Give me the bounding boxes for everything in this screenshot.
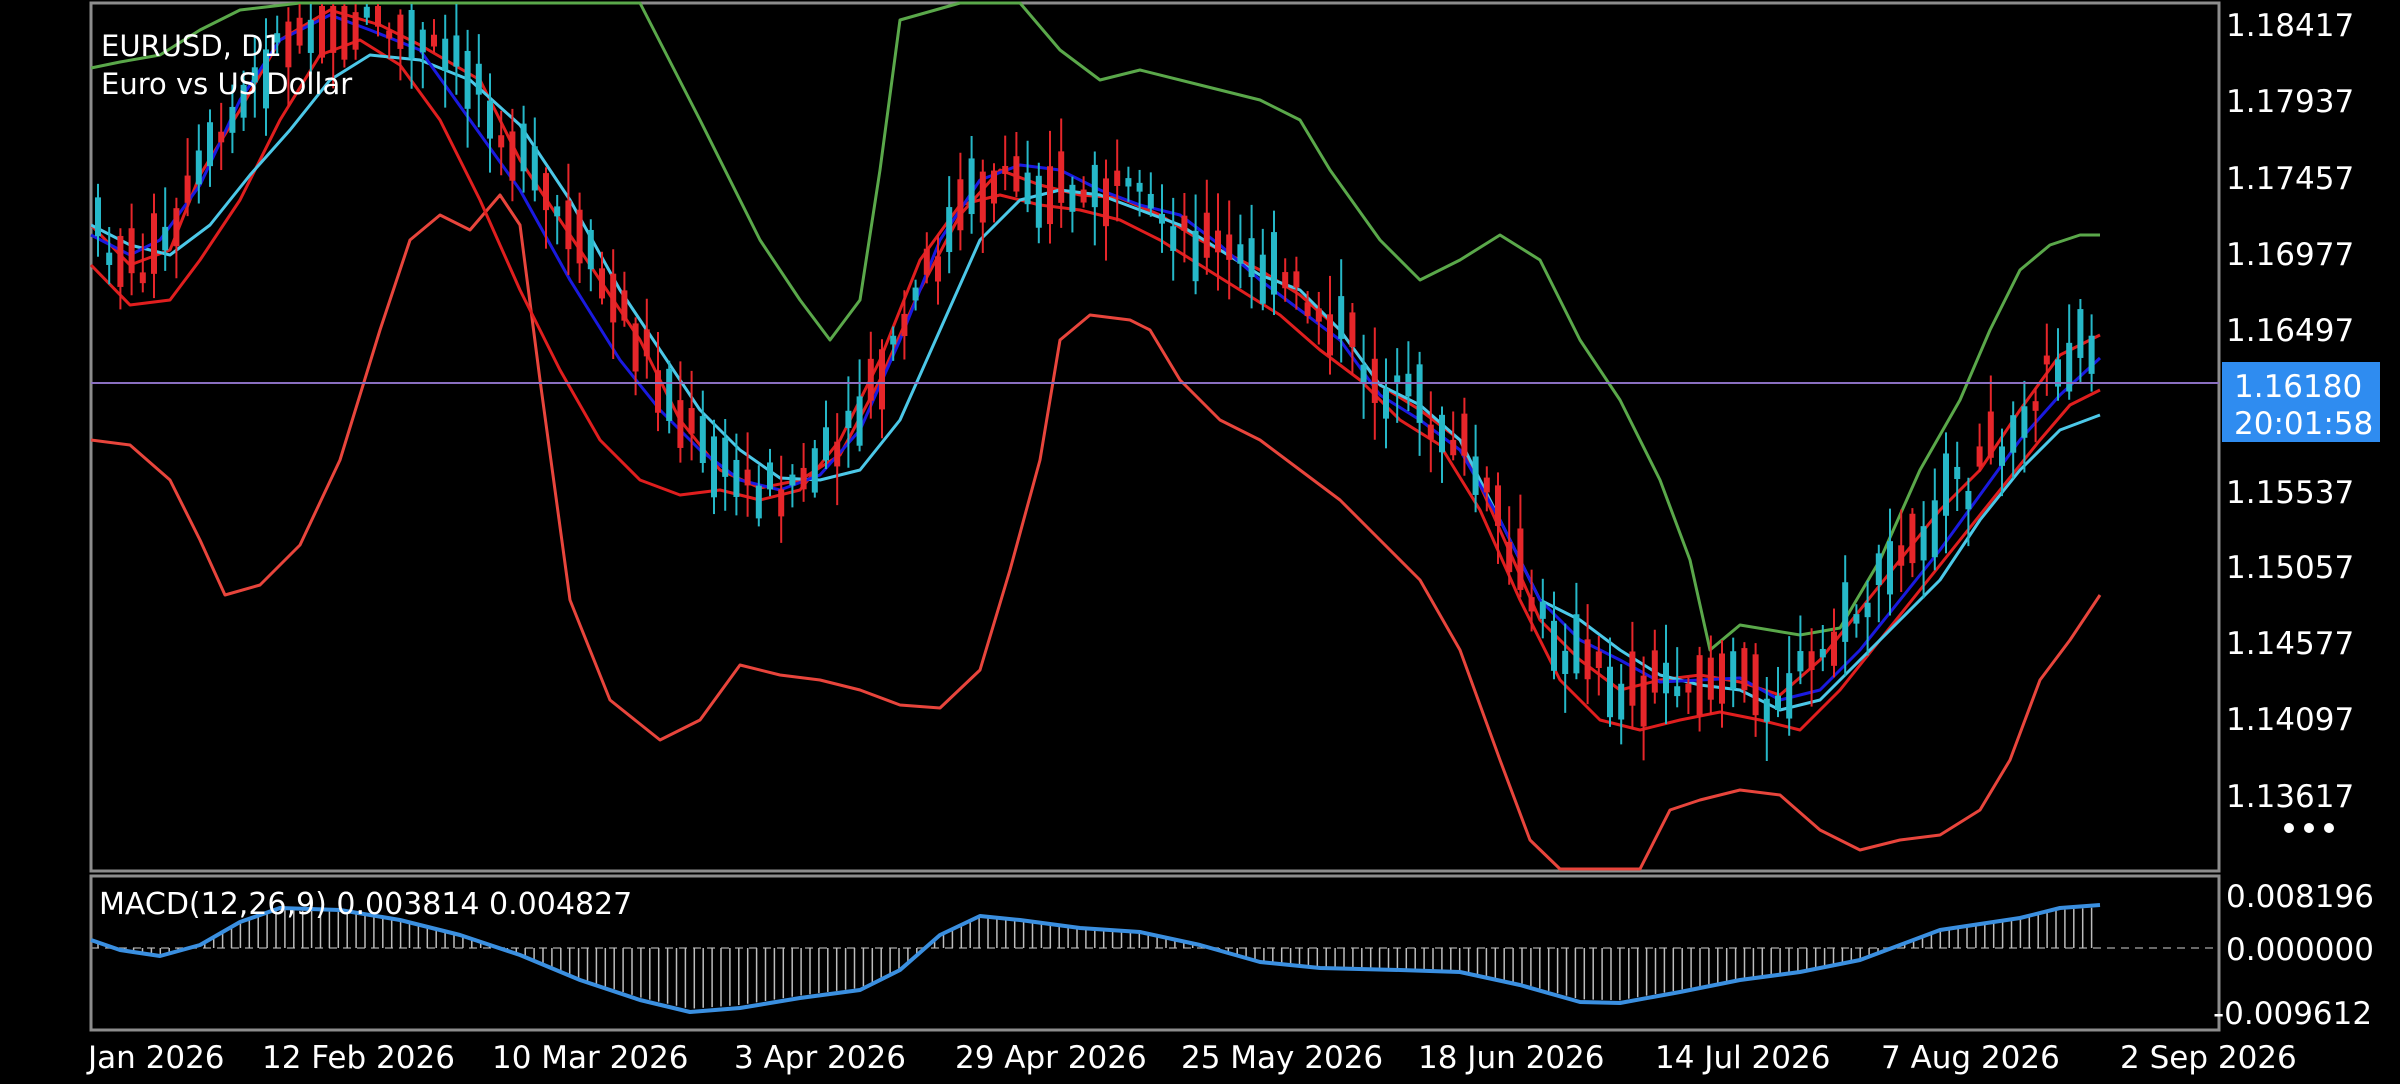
symbol-title: EURUSD, D1 [101,29,282,63]
time-axis-label: 12 Feb 2026 [262,1040,455,1076]
time-axis[interactable]: Jan 2026 12 Feb 2026 10 Mar 2026 3 Apr 2… [86,1040,2297,1076]
price-axis-label: 1.14577 [2226,626,2354,662]
price-axis-label: 1.15537 [2226,475,2354,511]
time-axis-label: 2 Sep 2026 [2120,1040,2297,1076]
price-axis-label: 1.13617 [2226,779,2354,815]
macd-label: MACD(12,26,9) 0.003814 0.004827 [99,887,632,922]
more-dots-icon[interactable] [2284,816,2344,840]
symbol-description: Euro vs US Dollar [101,67,352,101]
bar-countdown: 20:01:58 [2234,406,2373,442]
macd-axis-label: 0.008196 [2226,879,2374,915]
time-axis-label: 18 Jun 2026 [1418,1040,1604,1076]
price-axis-label: 1.16977 [2226,237,2354,273]
macd-axis[interactable]: 0.008196 0.000000 -0.009612 [2213,879,2374,1032]
current-price-badge: 1.16180 20:01:58 [2222,362,2380,442]
price-chart[interactable]: EURUSD, D1 Euro vs US Dollar 1.18417 1.1… [0,0,2400,1080]
price-axis-label: 1.14097 [2226,702,2354,738]
time-axis-label: 3 Apr 2026 [734,1040,906,1076]
price-axis-label: 1.17457 [2226,161,2354,197]
candle [811,439,818,498]
candle [319,4,325,64]
time-axis-label: 25 May 2026 [1181,1040,1383,1076]
trading-chart-screen[interactable]: EURUSD, D1 Euro vs US Dollar 1.18417 1.1… [0,0,2400,1080]
time-axis-label: 14 Jul 2026 [1655,1040,1830,1076]
price-axis-label: 1.17937 [2226,84,2354,120]
price-axis-label: 1.15057 [2226,550,2354,586]
current-price-value: 1.16180 [2234,369,2362,405]
time-axis-label: Jan 2026 [86,1040,225,1076]
time-axis-label: 10 Mar 2026 [492,1040,689,1076]
macd-axis-label: -0.009612 [2213,996,2372,1032]
time-axis-label: 29 Apr 2026 [955,1040,1147,1076]
candle [341,4,348,68]
price-axis-label: 1.16497 [2226,313,2354,349]
time-axis-label: 7 Aug 2026 [1881,1040,2060,1076]
macd-axis-label: 0.000000 [2226,932,2374,968]
price-axis-label: 1.18417 [2226,8,2354,44]
